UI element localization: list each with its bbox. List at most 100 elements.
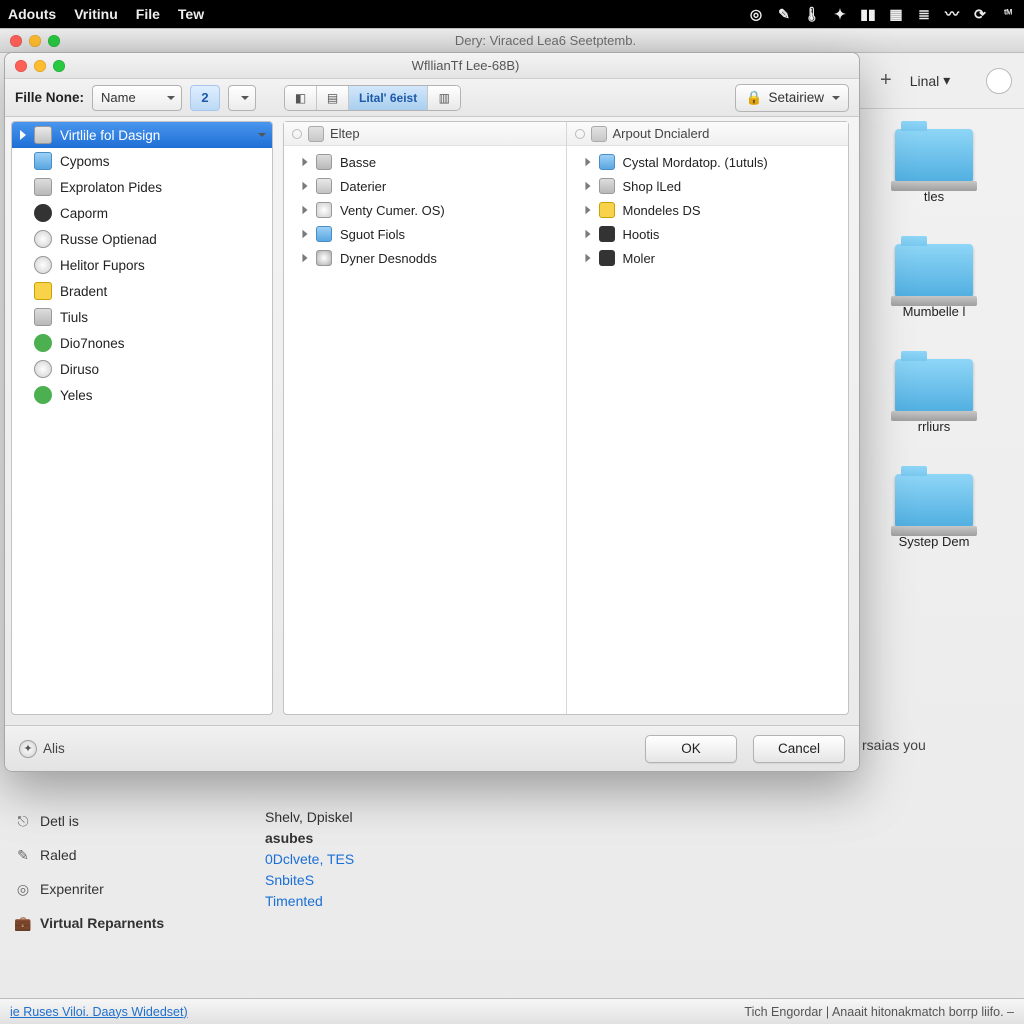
close-icon[interactable] (10, 35, 22, 47)
list-item[interactable]: Basse (284, 150, 566, 174)
disclosure-triangle-icon[interactable] (302, 158, 307, 167)
sidebar-item-detlis[interactable]: ⎋Detl is (8, 809, 242, 833)
list-item[interactable]: Daterier (284, 174, 566, 198)
num-button[interactable]: 2 (190, 85, 220, 111)
clock-icon[interactable]: ᵗᴹ (1000, 6, 1016, 22)
disclosure-triangle-icon[interactable] (585, 254, 590, 263)
disclosure-triangle-icon[interactable] (302, 206, 307, 215)
star-icon[interactable]: ✦ (832, 6, 848, 22)
nav-icon[interactable] (292, 129, 302, 139)
temp-icon[interactable]: 🌡 (804, 6, 820, 22)
name-select[interactable]: Name (92, 85, 182, 111)
pane-header[interactable]: Eltep (284, 122, 566, 146)
list-icon[interactable]: ≣ (916, 6, 932, 22)
item-label: Virtlile fol Dasign (60, 128, 160, 143)
list-item[interactable]: Cystal Mordatop. (1utuls) (567, 150, 849, 174)
item-label: Caporm (60, 206, 108, 221)
sidebar-item[interactable]: Yeles (12, 382, 272, 408)
pen-icon[interactable]: ✎ (776, 6, 792, 22)
sidebar-item-expenriter[interactable]: ◎Expenriter (8, 877, 242, 901)
view-list-button[interactable]: Lital' 6eist (349, 86, 428, 110)
folder-tile[interactable]: Mumbelle l (874, 244, 994, 319)
menu-item-vritinu[interactable]: Vritinu (74, 6, 118, 22)
disclosure-triangle-icon[interactable] (20, 130, 26, 140)
small-select[interactable] (228, 85, 256, 111)
item-label: Venty Cumer. OS) (340, 203, 445, 218)
sidebar-item[interactable]: Caporm (12, 200, 272, 226)
disclosure-triangle-icon[interactable] (585, 182, 590, 191)
pin-icon: ✦ (19, 740, 37, 758)
grid-icon[interactable]: ▦ (888, 6, 904, 22)
menu-item-tew[interactable]: Tew (178, 6, 204, 22)
sidebar-item[interactable]: Dio7nones (12, 330, 272, 356)
user-icon[interactable]: ◎ (748, 6, 764, 22)
list-item[interactable]: Moler (567, 246, 849, 270)
disclosure-triangle-icon[interactable] (585, 206, 590, 215)
list-item[interactable]: Dyner Desnodds (284, 246, 566, 270)
disclosure-triangle-icon[interactable] (302, 230, 307, 239)
list-item[interactable]: Sguot Fiols (284, 222, 566, 246)
item-icon (316, 154, 332, 170)
sidebar-item[interactable]: Tiuls (12, 304, 272, 330)
item-label: Hootis (623, 227, 660, 242)
file-none-label: Fille None: (15, 90, 84, 105)
item-icon (316, 250, 332, 266)
notes-link[interactable]: SnbiteS (265, 870, 685, 891)
menu-item-adouts[interactable]: Adouts (8, 6, 56, 22)
search-field[interactable] (986, 68, 1012, 94)
add-button[interactable]: + (872, 65, 900, 96)
zoom-icon[interactable] (48, 35, 60, 47)
refresh-icon[interactable]: ⟳ (972, 6, 988, 22)
cancel-button[interactable]: Cancel (753, 735, 845, 763)
status-left-link[interactable]: ie Ruses Viloi. Daays Widedset) (10, 1005, 188, 1019)
status-right-text: Tich Engordar | Anaait hitonakmatch borr… (744, 1005, 1014, 1019)
view-icon-2[interactable]: ▤ (317, 86, 349, 110)
item-icon (599, 250, 615, 266)
disclosure-triangle-icon[interactable] (585, 230, 590, 239)
view-segmented[interactable]: ◧ ▤ Lital' 6eist ▥ (284, 85, 461, 111)
sidebar-item[interactable]: Cypoms (12, 148, 272, 174)
sidebar-item[interactable]: Diruso (12, 356, 272, 382)
notes-link[interactable]: 0Dclvete, TES (265, 849, 685, 870)
sidebar-item[interactable]: Russe Optienad (12, 226, 272, 252)
list-item[interactable]: Shop lLed (567, 174, 849, 198)
tag-icon: ⎋ (14, 812, 32, 830)
linal-dropdown[interactable]: Linal ▾ (910, 72, 951, 89)
minimize-icon[interactable] (34, 60, 46, 72)
disclosure-triangle-icon[interactable] (302, 182, 307, 191)
list-item[interactable]: Hootis (567, 222, 849, 246)
sidebar-item[interactable]: Bradent (12, 278, 272, 304)
sidebar-item[interactable]: Helitor Fupors (12, 252, 272, 278)
view-icon-3[interactable]: ▥ (428, 86, 460, 110)
notes-link[interactable]: Timented (265, 891, 685, 912)
menu-item-file[interactable]: File (136, 6, 160, 22)
close-icon[interactable] (15, 60, 27, 72)
sidebar-item[interactable]: Exprolaton Pides (12, 174, 272, 200)
list-item[interactable]: Venty Cumer. OS) (284, 198, 566, 222)
minimize-icon[interactable] (29, 35, 41, 47)
sidebar-item-raled[interactable]: ✎Raled (8, 843, 242, 867)
zoom-icon[interactable] (53, 60, 65, 72)
folder-icon (591, 126, 607, 142)
folder-tile[interactable]: rrliurs (874, 359, 994, 434)
item-icon (316, 202, 332, 218)
gear-icon: ◎ (14, 880, 32, 898)
nav-icon[interactable] (575, 129, 585, 139)
disclosure-triangle-icon[interactable] (585, 158, 590, 167)
folder-tile[interactable]: tles (874, 129, 994, 204)
battery-icon[interactable]: ▮▮ (860, 6, 876, 22)
wave-icon[interactable]: 〰 (944, 6, 960, 22)
ok-button[interactable]: OK (645, 735, 737, 763)
footer-left[interactable]: ✦ Alis (19, 740, 65, 758)
detail-dropdown[interactable]: 🔒 Setairiew (735, 84, 849, 112)
sidebar-item-virtual-reparnents[interactable]: 💼Virtual Reparnents (8, 911, 242, 935)
view-icon-1[interactable]: ◧ (285, 86, 317, 110)
sidebar-item[interactable]: Virtlile fol Dasign (12, 122, 272, 148)
folder-label: Systep Dem (899, 534, 970, 549)
folder-tile[interactable]: Systep Dem (874, 474, 994, 549)
lock-icon: 🔒 (746, 90, 763, 106)
item-label: Sguot Fiols (340, 227, 405, 242)
disclosure-triangle-icon[interactable] (302, 254, 307, 263)
pane-header[interactable]: Arpout Dncialerd (567, 122, 849, 146)
list-item[interactable]: Mondeles DS (567, 198, 849, 222)
